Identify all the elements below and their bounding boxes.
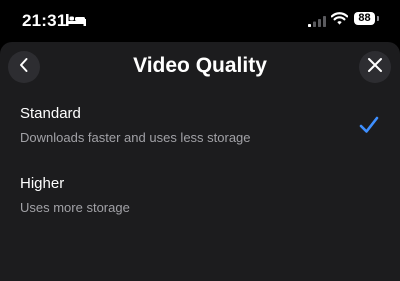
close-button[interactable] <box>359 51 391 83</box>
option-standard[interactable]: Standard Downloads faster and uses less … <box>0 100 400 160</box>
page-title: Video Quality <box>133 54 267 77</box>
option-higher[interactable]: Higher Uses more storage <box>0 170 400 230</box>
status-bar: 21:31 88 <box>0 0 400 42</box>
cellular-signal-icon <box>308 14 326 32</box>
bed-icon <box>66 13 86 31</box>
option-label: Higher <box>20 175 65 192</box>
option-label: Standard <box>20 105 81 122</box>
status-time: 21:31 <box>22 11 67 30</box>
wifi-icon <box>330 12 349 30</box>
close-icon <box>367 57 383 78</box>
checkmark-icon <box>359 116 379 139</box>
video-quality-sheet: Video Quality Standard Downloads faster … <box>0 42 400 281</box>
option-description: Downloads faster and uses less storage <box>20 130 251 145</box>
option-description: Uses more storage <box>20 200 130 215</box>
battery-nub <box>377 16 379 21</box>
battery-indicator: 88 <box>354 12 375 25</box>
